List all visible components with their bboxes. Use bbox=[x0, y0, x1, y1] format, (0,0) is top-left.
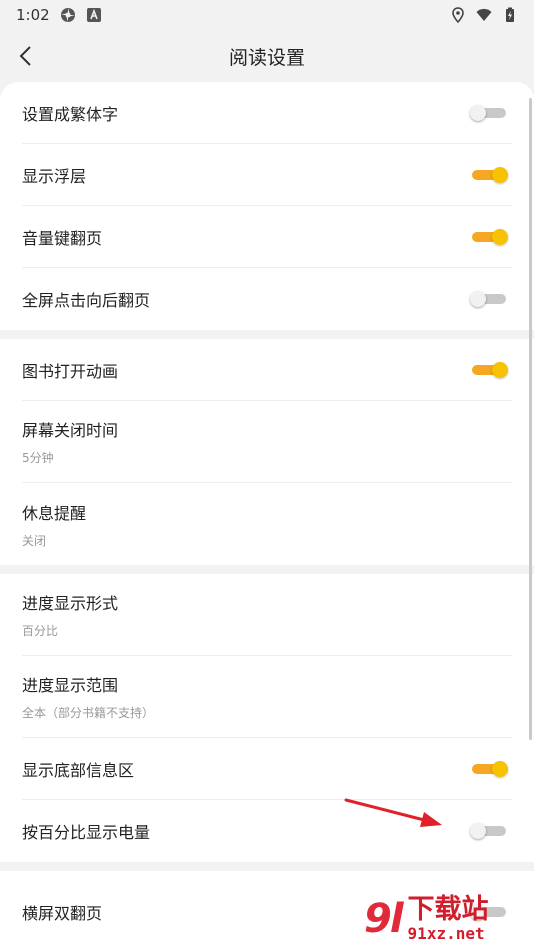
setting-row-fullscreen-tap-next[interactable]: 全屏点击向后翻页 bbox=[22, 268, 512, 330]
toggle-show-overlay[interactable] bbox=[470, 164, 510, 186]
battery-icon bbox=[506, 7, 514, 22]
back-button[interactable] bbox=[6, 36, 46, 76]
watermark: 9l 下载站 91xz.net bbox=[364, 888, 534, 950]
setting-value: 关闭 bbox=[22, 533, 47, 548]
setting-value: 全本（部分书籍不支持） bbox=[22, 706, 155, 720]
setting-row-volume-key-page[interactable]: 音量键翻页 bbox=[22, 206, 512, 268]
settings-group-2: 图书打开动画 屏幕关闭时间 5分钟 休息提醒 关闭 bbox=[0, 339, 534, 565]
status-time: 1:02 bbox=[16, 6, 50, 24]
scrollbar[interactable] bbox=[529, 98, 532, 740]
settings-list: 设置成繁体字 显示浮层 音量键翻页 全屏点击向后翻页 图书打开动画 屏幕关闭时间… bbox=[0, 82, 534, 950]
settings-group-3: 进度显示形式 百分比 进度显示范围 全本（部分书籍不支持） 显示底部信息区 按百… bbox=[0, 574, 534, 862]
a-notification-icon bbox=[86, 8, 101, 22]
wifi-icon bbox=[476, 8, 492, 21]
settings-group-1: 设置成繁体字 显示浮层 音量键翻页 全屏点击向后翻页 bbox=[0, 82, 534, 330]
setting-label: 按百分比显示电量 bbox=[22, 823, 151, 842]
toggle-show-bottom-info[interactable] bbox=[470, 758, 510, 780]
setting-row-open-animation[interactable]: 图书打开动画 bbox=[22, 339, 512, 401]
toggle-battery-percent[interactable] bbox=[470, 820, 510, 842]
setting-value: 5分钟 bbox=[22, 451, 54, 465]
setting-label: 屏幕关闭时间 bbox=[22, 421, 119, 440]
location-icon bbox=[452, 7, 464, 23]
setting-row-show-bottom-info[interactable]: 显示底部信息区 bbox=[22, 738, 512, 800]
status-bar: 1:02 bbox=[0, 0, 534, 30]
watermark-text: 下载站 bbox=[407, 894, 489, 925]
setting-label: 显示浮层 bbox=[22, 166, 87, 186]
setting-row-screen-timeout[interactable]: 屏幕关闭时间 5分钟 bbox=[22, 401, 512, 483]
setting-value: 百分比 bbox=[22, 624, 59, 638]
setting-row-show-overlay[interactable]: 显示浮层 bbox=[22, 144, 512, 206]
setting-label: 显示底部信息区 bbox=[22, 760, 135, 780]
annotation-arrow-icon bbox=[344, 798, 442, 827]
setting-row-traditional-chinese[interactable]: 设置成繁体字 bbox=[22, 82, 512, 144]
setting-label: 全屏点击向后翻页 bbox=[22, 291, 151, 310]
toggle-open-animation[interactable] bbox=[470, 359, 510, 381]
setting-row-progress-format[interactable]: 进度显示形式 百分比 bbox=[22, 574, 512, 656]
setting-label: 设置成繁体字 bbox=[22, 104, 119, 124]
setting-row-progress-range[interactable]: 进度显示范围 全本（部分书籍不支持） bbox=[22, 656, 512, 738]
watermark-url: 91xz.net bbox=[407, 924, 485, 943]
page-title: 阅读设置 bbox=[228, 46, 305, 69]
settings-app-icon bbox=[60, 8, 75, 22]
setting-label: 休息提醒 bbox=[22, 503, 87, 523]
chevron-left-icon bbox=[19, 46, 31, 66]
toggle-volume-key-page[interactable] bbox=[470, 226, 510, 248]
toggle-traditional-chinese[interactable] bbox=[470, 102, 510, 124]
setting-label: 进度显示范围 bbox=[22, 676, 119, 695]
title-bar: 阅读设置 bbox=[0, 30, 534, 82]
watermark-logo: 9l bbox=[364, 896, 404, 942]
setting-label: 音量键翻页 bbox=[22, 228, 103, 248]
status-right bbox=[450, 7, 518, 23]
setting-label: 进度显示形式 bbox=[22, 594, 119, 613]
setting-label: 图书打开动画 bbox=[22, 361, 119, 381]
setting-row-rest-reminder[interactable]: 休息提醒 关闭 bbox=[22, 483, 512, 565]
setting-label: 横屏双翻页 bbox=[22, 904, 103, 923]
toggle-fullscreen-tap-next[interactable] bbox=[470, 288, 510, 310]
status-left: 1:02 bbox=[16, 6, 102, 24]
